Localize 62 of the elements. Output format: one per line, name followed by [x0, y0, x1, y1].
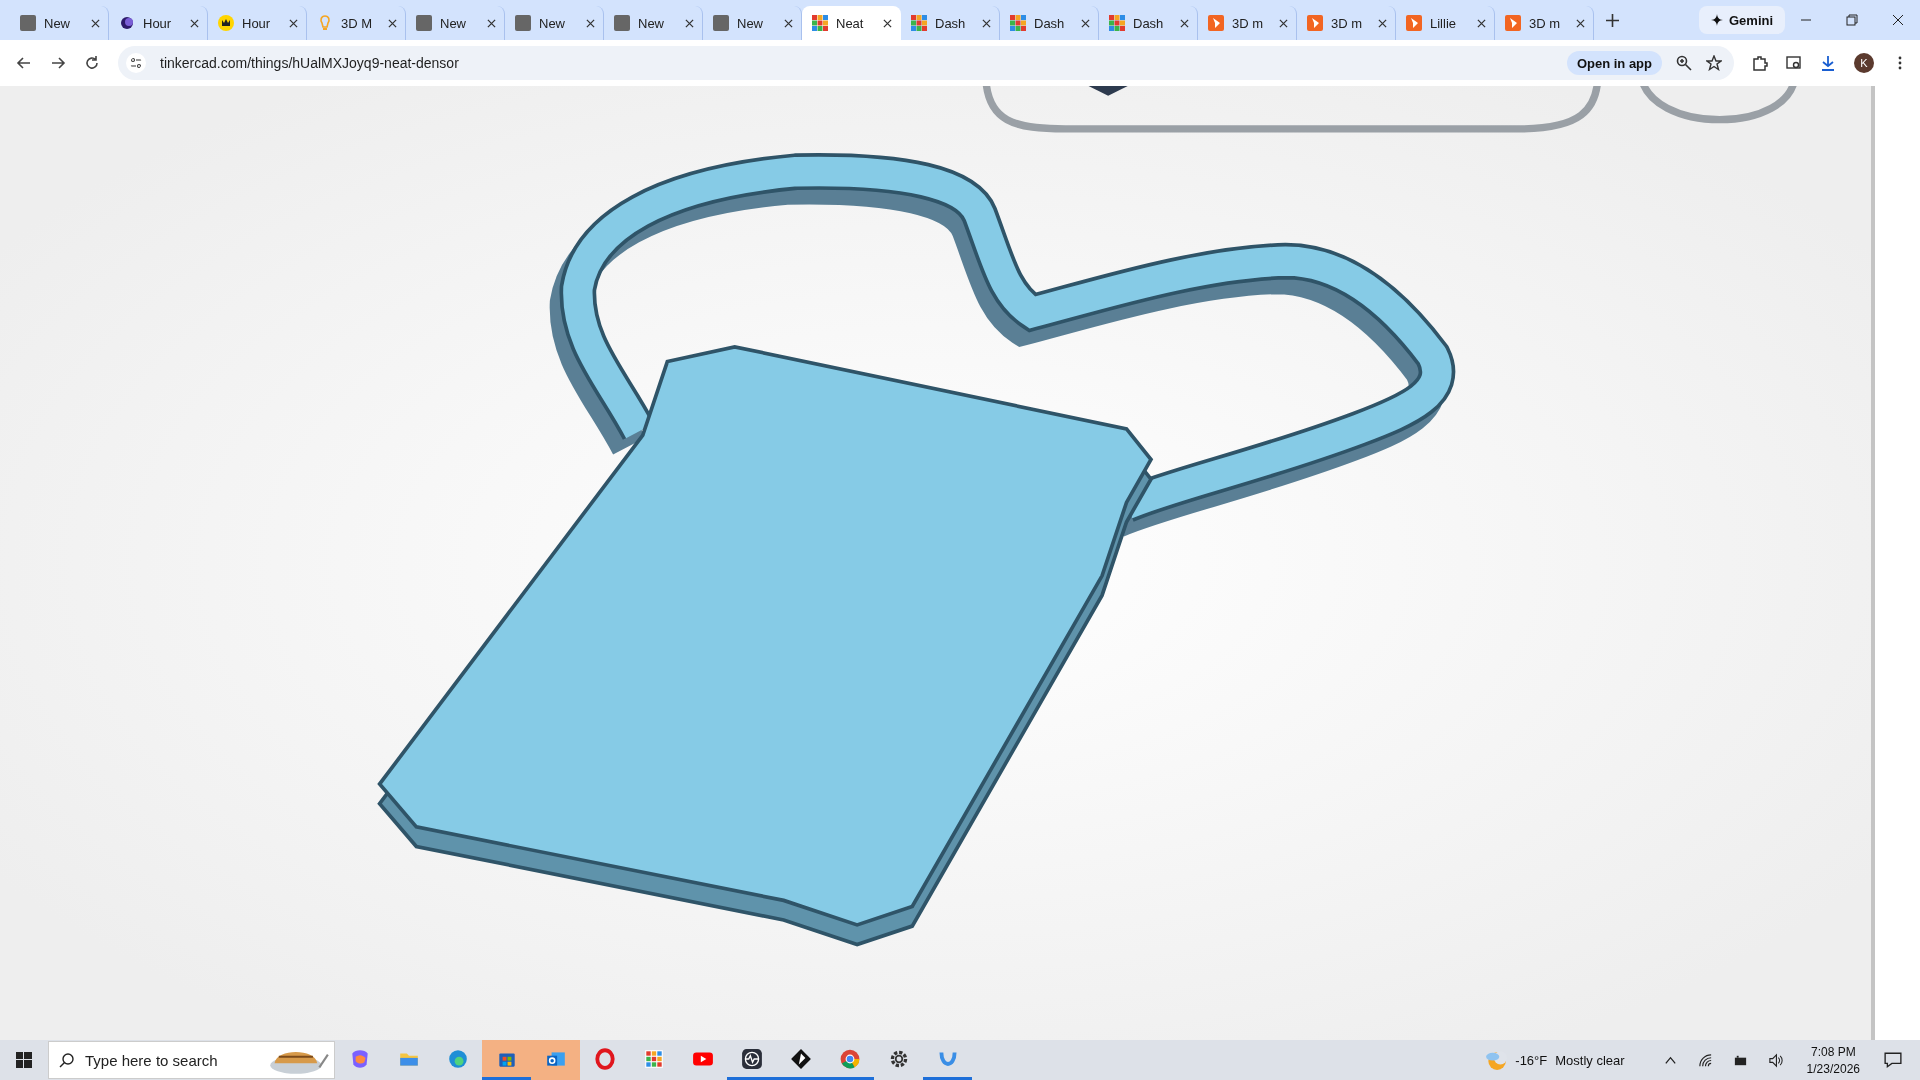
- back-icon[interactable]: [16, 55, 32, 71]
- weather-condition-text: Mostly clear: [1555, 1052, 1625, 1068]
- puzzle-icon[interactable]: [1752, 55, 1768, 71]
- close-icon[interactable]: [1477, 18, 1486, 28]
- tab-search-icon[interactable]: [1786, 55, 1802, 71]
- play-logo-icon: [1208, 15, 1224, 31]
- sparkle-icon: [1711, 14, 1723, 26]
- clock-time[interactable]: 7:08 PM: [1810, 1044, 1856, 1059]
- grid-logo-icon: [812, 15, 828, 31]
- close-icon[interactable]: [190, 18, 199, 28]
- close-icon[interactable]: [388, 18, 397, 28]
- site-settings-icon[interactable]: [126, 53, 146, 73]
- play-logo-icon: [1406, 15, 1422, 31]
- diamond-icon: [789, 1047, 812, 1070]
- close-icon[interactable]: [784, 18, 793, 28]
- chrome-logo-icon: [838, 1047, 861, 1070]
- open-in-app-button[interactable]: Open in app: [1566, 51, 1662, 75]
- zoom-icon[interactable]: [1676, 55, 1692, 71]
- restore-icon[interactable]: [1846, 14, 1858, 26]
- clock-date[interactable]: 1/23/2026: [1806, 1061, 1860, 1076]
- reload-icon[interactable]: [84, 55, 100, 71]
- crown-icon: [218, 15, 234, 31]
- new-tab-icon[interactable]: [1606, 13, 1619, 27]
- close-icon[interactable]: [586, 18, 595, 28]
- grid-logo-icon: [642, 1047, 665, 1070]
- close-icon[interactable]: [91, 18, 100, 28]
- close-icon[interactable]: [883, 18, 892, 28]
- close-icon[interactable]: [1378, 18, 1387, 28]
- temperature-text: -16°F: [1515, 1052, 1548, 1068]
- grid-logo-icon: [1109, 15, 1125, 31]
- close-icon[interactable]: [1180, 18, 1189, 28]
- ring-logo-icon: [593, 1047, 616, 1070]
- play-logo-icon: [1307, 15, 1323, 31]
- notification-icon[interactable]: [1884, 1051, 1902, 1069]
- star-icon[interactable]: [1706, 55, 1722, 71]
- pulse-icon: [740, 1047, 763, 1070]
- bulb-icon: [317, 15, 333, 31]
- close-icon[interactable]: [289, 18, 298, 28]
- grid-logo-icon: [1010, 15, 1026, 31]
- download-icon[interactable]: [1820, 55, 1836, 71]
- browser-tab[interactable]: Neat: [802, 6, 901, 40]
- close-icon[interactable]: [982, 18, 991, 28]
- address-field[interactable]: tinkercad.com/things/hUalMXJoyq9-neat-densor Open in app: [118, 46, 1734, 80]
- grid-logo-icon: [911, 15, 927, 31]
- close-icon[interactable]: [487, 18, 496, 28]
- forward-icon[interactable]: [50, 55, 66, 71]
- search-icon: [59, 1052, 75, 1068]
- close-icon[interactable]: [1576, 18, 1585, 28]
- play-logo-icon: [1505, 15, 1521, 31]
- profile-avatar[interactable]: K: [1854, 53, 1874, 73]
- gemini-button[interactable]: Gemini: [1699, 6, 1786, 34]
- moon-icon: [119, 15, 135, 31]
- close-icon[interactable]: [1279, 18, 1288, 28]
- wifi-icon[interactable]: [1697, 1052, 1713, 1068]
- close-icon[interactable]: [1892, 14, 1904, 26]
- close-icon[interactable]: [1081, 18, 1090, 28]
- close-icon[interactable]: [685, 18, 694, 28]
- speaker-icon[interactable]: [1767, 1052, 1783, 1068]
- wave-logo-icon: [446, 1047, 469, 1070]
- url-text: tinkercad.com/things/hUalMXJoyq9-neat-densor: [160, 55, 459, 71]
- moon-cloud-icon: [1485, 1049, 1508, 1071]
- taskbar-search-field[interactable]: Type here to search: [85, 1051, 235, 1069]
